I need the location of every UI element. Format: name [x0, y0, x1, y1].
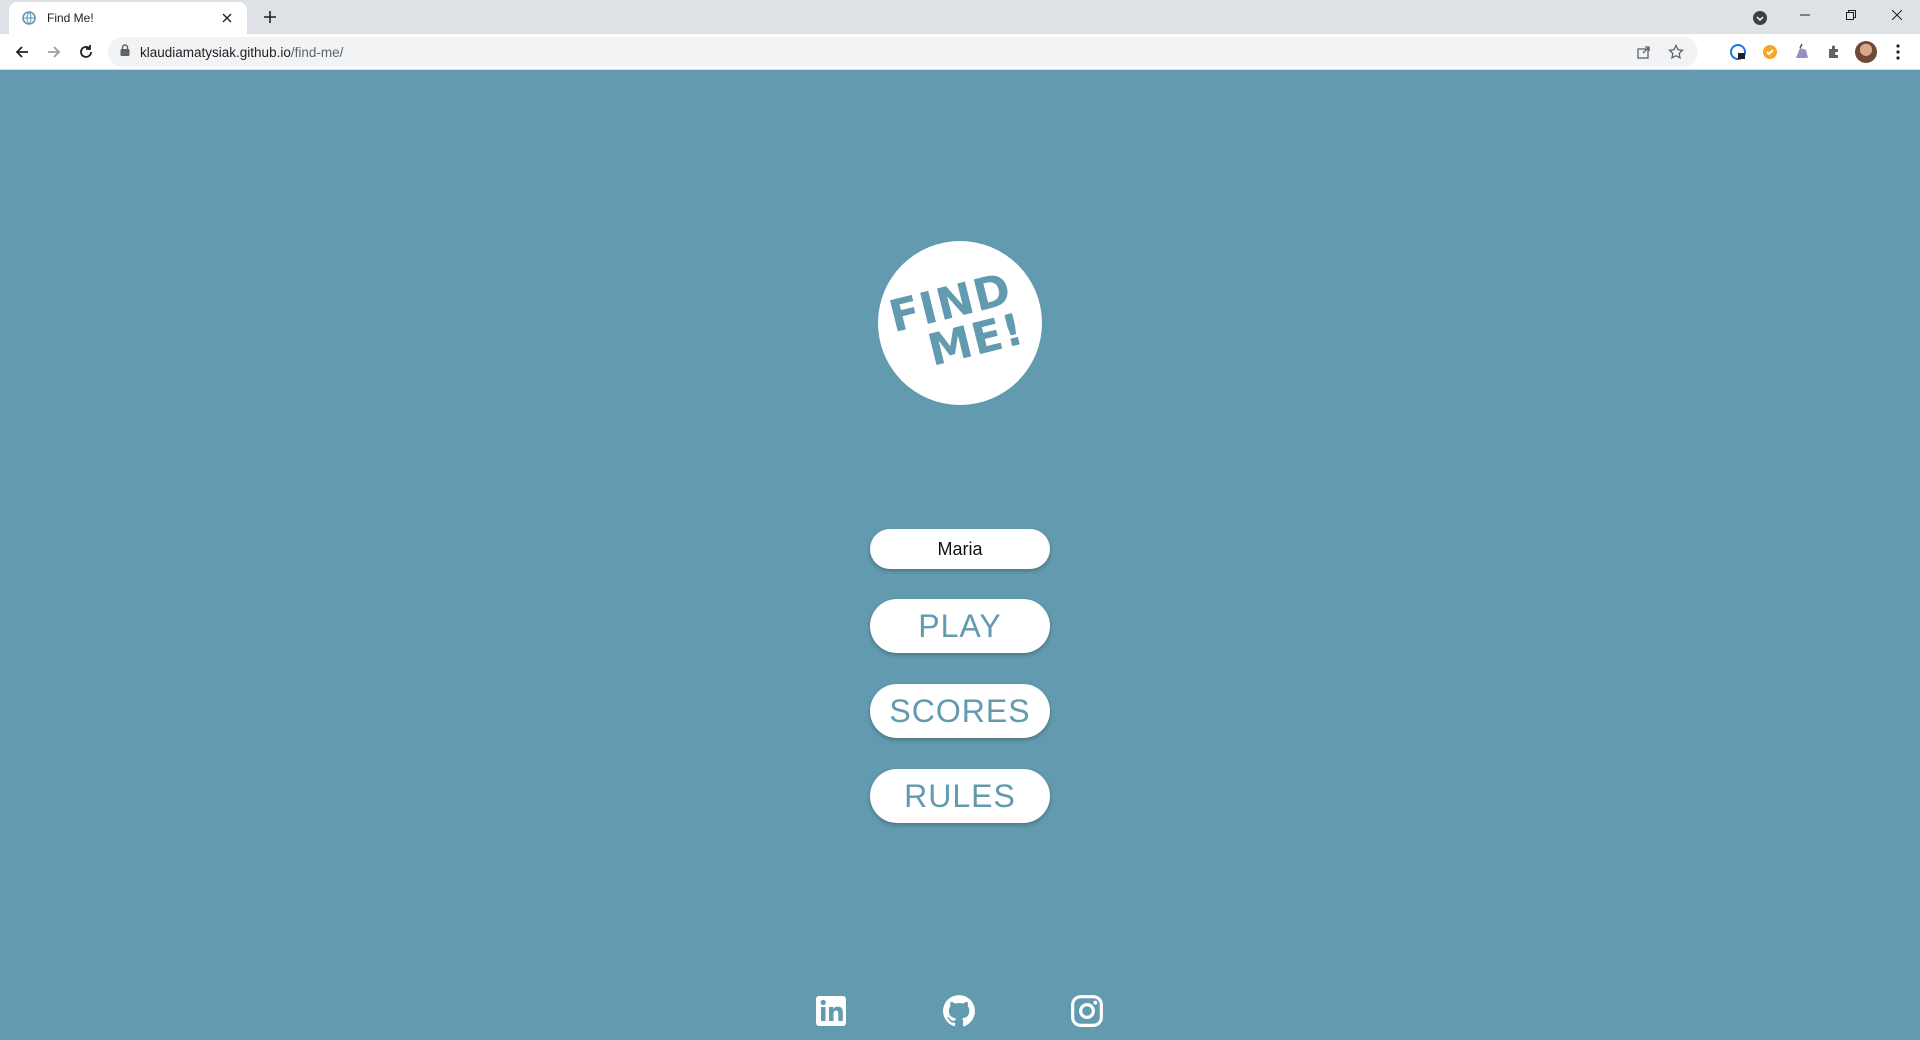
close-window-icon[interactable]: [1874, 0, 1920, 30]
close-icon[interactable]: [217, 8, 237, 28]
browser-tab[interactable]: Find Me!: [9, 2, 247, 34]
player-name-input[interactable]: [870, 529, 1050, 569]
profile-avatar[interactable]: [1852, 38, 1880, 66]
forward-icon[interactable]: [40, 38, 68, 66]
new-tab-button[interactable]: [258, 5, 282, 29]
unicorn-extension-icon[interactable]: [1788, 38, 1816, 66]
tab-strip: Find Me!: [0, 0, 1920, 34]
minimize-icon[interactable]: [1782, 0, 1828, 30]
share-icon[interactable]: [1632, 40, 1656, 64]
instagram-icon[interactable]: [1069, 993, 1105, 1029]
logo-text: FIND ME!: [884, 264, 1029, 378]
extensions-icon[interactable]: [1820, 38, 1848, 66]
window-controls: [1782, 0, 1920, 30]
game-page: FIND ME! PLAY SCORES RULES: [0, 71, 1920, 1040]
tab-title: Find Me!: [47, 11, 94, 25]
restore-icon[interactable]: [1828, 0, 1874, 30]
scores-button[interactable]: SCORES: [870, 684, 1050, 738]
url-host: klaudiamatysiak.github.io: [140, 44, 291, 60]
address-bar[interactable]: klaudiamatysiak.github.io/find-me/: [108, 37, 1698, 67]
menu-icon[interactable]: [1884, 38, 1912, 66]
back-icon[interactable]: [8, 38, 36, 66]
extensions-area: [1724, 38, 1912, 66]
social-links: [0, 993, 1920, 1033]
rules-button[interactable]: RULES: [870, 769, 1050, 823]
url-text: klaudiamatysiak.github.io/find-me/: [140, 45, 343, 60]
password-manager-icon[interactable]: [1724, 38, 1752, 66]
github-icon[interactable]: [941, 993, 977, 1029]
browser-toolbar: klaudiamatysiak.github.io/find-me/: [0, 34, 1920, 70]
lock-icon[interactable]: [120, 43, 130, 61]
find-me-logo: FIND ME!: [878, 241, 1042, 405]
globe-icon: [21, 10, 37, 26]
star-icon[interactable]: [1664, 40, 1688, 64]
play-button[interactable]: PLAY: [870, 599, 1050, 653]
url-path: /find-me/: [290, 44, 344, 60]
reload-icon[interactable]: [72, 38, 100, 66]
tab-search-icon[interactable]: [1748, 6, 1772, 30]
linkedin-icon[interactable]: [813, 993, 849, 1029]
orange-extension-icon[interactable]: [1756, 38, 1784, 66]
